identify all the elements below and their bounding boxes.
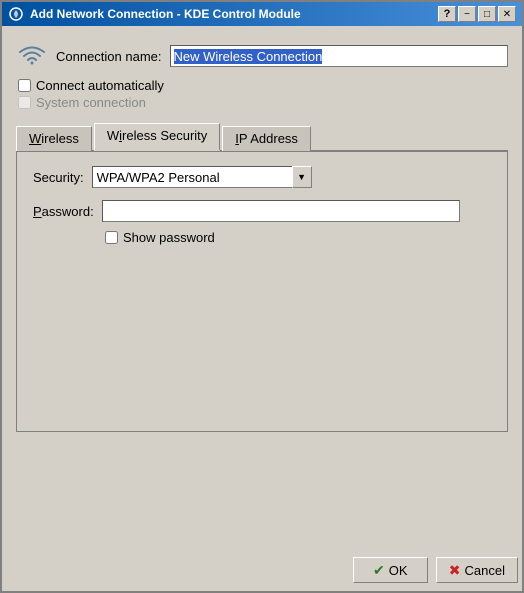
system-connection-checkbox xyxy=(18,96,31,109)
tab-wireless-security-label: Wireless Security xyxy=(107,128,207,143)
titlebar: Add Network Connection - KDE Control Mod… xyxy=(2,2,522,26)
show-password-label[interactable]: Show password xyxy=(123,230,215,245)
tab-ip-address-label: IP Address xyxy=(235,131,298,146)
password-input[interactable] xyxy=(102,200,460,222)
tab-wireless-security[interactable]: Wireless Security xyxy=(94,123,220,151)
password-label: Password: xyxy=(33,204,94,219)
app-icon xyxy=(8,6,24,22)
tabs-area: Wireless Wireless Security IP Address Se… xyxy=(16,122,508,432)
titlebar-left: Add Network Connection - KDE Control Mod… xyxy=(8,6,301,22)
security-label: Security: xyxy=(33,170,84,185)
connection-name-label: Connection name: xyxy=(56,49,162,64)
ok-button[interactable]: ✔ OK xyxy=(353,557,428,583)
cancel-button[interactable]: ✖ Cancel xyxy=(436,557,518,583)
connection-name-row: Connection name: xyxy=(16,42,508,70)
security-select[interactable]: None WEP WPA/WPA2 Personal WPA/WPA2 Ente… xyxy=(92,166,312,188)
tab-content: Security: None WEP WPA/WPA2 Personal WPA… xyxy=(16,152,508,432)
connect-auto-checkbox[interactable] xyxy=(18,79,31,92)
security-select-wrapper: None WEP WPA/WPA2 Personal WPA/WPA2 Ente… xyxy=(92,166,312,188)
tab-wireless[interactable]: Wireless xyxy=(16,126,92,151)
close-button[interactable]: ✕ xyxy=(498,6,516,22)
spacer xyxy=(16,440,508,537)
minimize-button[interactable]: − xyxy=(458,6,476,22)
button-row: ✔ OK ✖ Cancel xyxy=(2,549,522,591)
connect-auto-row: Connect automatically xyxy=(18,78,508,93)
content-area: Connection name: Connect automatically S… xyxy=(2,26,522,549)
ok-label: OK xyxy=(389,563,408,578)
help-button[interactable]: ? xyxy=(438,6,456,22)
cancel-label: Cancel xyxy=(465,563,505,578)
cancel-icon: ✖ xyxy=(449,562,461,579)
tab-ip-address[interactable]: IP Address xyxy=(222,126,311,151)
maximize-button[interactable]: □ xyxy=(478,6,496,22)
window-title: Add Network Connection - KDE Control Mod… xyxy=(30,7,301,21)
checkboxes-area: Connect automatically System connection xyxy=(16,78,508,110)
wifi-icon xyxy=(16,42,48,70)
titlebar-buttons: ? − □ ✕ xyxy=(438,6,516,22)
system-connection-row: System connection xyxy=(18,95,508,110)
connection-name-input[interactable] xyxy=(170,45,508,67)
system-connection-label: System connection xyxy=(36,95,146,110)
tabs-row: Wireless Wireless Security IP Address xyxy=(16,122,508,152)
password-row: Password: xyxy=(33,200,491,222)
connect-auto-label[interactable]: Connect automatically xyxy=(36,78,164,93)
show-password-row: Show password xyxy=(105,230,491,245)
ok-icon: ✔ xyxy=(373,562,385,579)
wifi-svg xyxy=(18,45,46,67)
tab-wireless-label: Wireless xyxy=(29,131,79,146)
show-password-checkbox[interactable] xyxy=(105,231,118,244)
security-row: Security: None WEP WPA/WPA2 Personal WPA… xyxy=(33,166,491,188)
main-window: Add Network Connection - KDE Control Mod… xyxy=(0,0,524,593)
